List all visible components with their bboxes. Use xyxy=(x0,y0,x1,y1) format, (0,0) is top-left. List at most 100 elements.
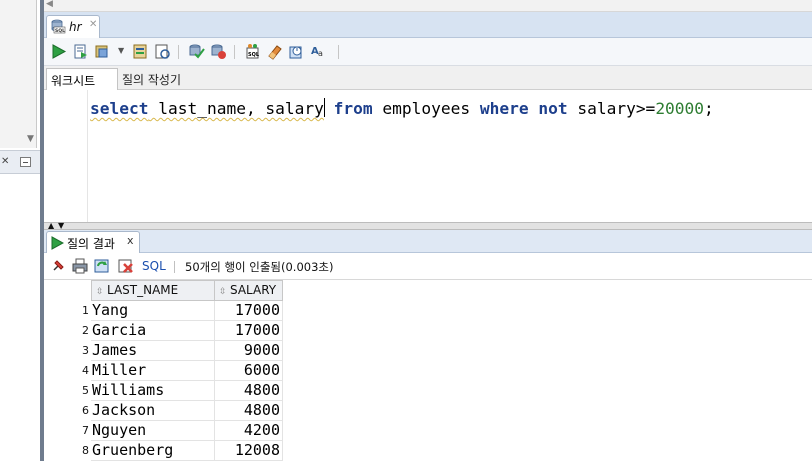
commit-transaction-icon[interactable] xyxy=(188,43,205,60)
clear-eraser-icon[interactable] xyxy=(266,43,283,60)
close-icon[interactable]: ✕ xyxy=(1,156,9,167)
svg-text:a: a xyxy=(318,49,323,58)
fetch-status-text: 50개의 행이 인출됨(0.003초) xyxy=(185,260,334,274)
close-tab-icon[interactable]: ✕ xyxy=(89,19,97,30)
cell-last-name[interactable]: Yang xyxy=(91,301,215,321)
results-tab-strip: 질의 결과 x xyxy=(44,230,812,253)
rollback-icon[interactable] xyxy=(210,43,227,60)
cell-last-name[interactable]: James xyxy=(91,341,215,361)
run-result-icon xyxy=(51,236,64,250)
editor-results-splitter[interactable]: ▲ ▼ xyxy=(44,221,812,230)
tab-worksheet[interactable]: 워크시트 xyxy=(46,68,118,90)
code-keyword-from: from xyxy=(333,99,373,118)
explain-plan-icon[interactable] xyxy=(132,43,149,60)
format-case-icon[interactable]: Aa xyxy=(310,43,327,60)
code-keyword-where: where xyxy=(479,99,529,118)
row-number: 6 xyxy=(82,404,89,417)
code-number: 20000 xyxy=(655,99,705,118)
table-row[interactable]: 5 Williams 4800 xyxy=(44,381,284,401)
sql-worksheet-icon: SQL xyxy=(51,19,66,34)
table-row[interactable]: 3 James 9000 xyxy=(44,341,284,361)
cell-salary[interactable]: 4800 xyxy=(215,401,283,421)
minimize-icon[interactable] xyxy=(20,157,31,167)
code-line[interactable]: select last_name, salary from employees … xyxy=(90,98,714,118)
navigator-scroll-area[interactable]: ▼ xyxy=(0,0,37,148)
autotrace-icon[interactable] xyxy=(154,43,171,60)
top-scrollbar[interactable]: ◀ xyxy=(44,0,812,12)
row-number: 1 xyxy=(82,304,89,317)
navigator-panel: ▼ ✕ xyxy=(0,0,40,461)
column-header-salary[interactable]: ⇳ SALARY xyxy=(215,280,283,301)
code-condition: salary>= xyxy=(567,99,656,118)
results-grid[interactable]: ⇳ LAST_NAME ⇳ SALARY 1 Yang 17000 2 Garcia… xyxy=(44,280,812,461)
editor-tab-strip: SQL hr ✕ xyxy=(44,12,812,38)
code-keyword-select: select xyxy=(90,99,149,118)
sql-link[interactable]: SQL xyxy=(142,259,166,273)
chevron-down-icon[interactable]: ▼ xyxy=(118,46,124,55)
cell-salary[interactable]: 17000 xyxy=(215,301,283,321)
cell-salary[interactable]: 17000 xyxy=(215,321,283,341)
sql-tuning-advisor-icon[interactable]: SQL xyxy=(244,43,261,60)
tab-hr-worksheet[interactable]: SQL hr ✕ xyxy=(46,15,100,38)
row-number: 8 xyxy=(82,444,89,457)
scroll-left-arrow-icon[interactable]: ◀ xyxy=(46,0,53,9)
table-row[interactable]: 7 Nguyen 4200 xyxy=(44,421,284,441)
worksheet-subtabs: 워크시트 질의 작성기 xyxy=(44,66,812,90)
table-row[interactable]: 6 Jackson 4800 xyxy=(44,401,284,421)
tab-query-result[interactable]: 질의 결과 x xyxy=(46,231,140,253)
column-header-last-name[interactable]: ⇳ LAST_NAME xyxy=(91,280,215,301)
code-keyword-not: not xyxy=(538,99,568,118)
code-columns: last_name, salary xyxy=(148,99,324,118)
result-tab-label: 질의 결과 xyxy=(67,237,115,251)
sort-icon[interactable]: ⇳ xyxy=(219,287,227,297)
navigator-header: ✕ xyxy=(0,150,40,174)
refresh-icon[interactable] xyxy=(94,258,110,274)
results-toolbar: SQL 50개의 행이 인출됨(0.003초) xyxy=(44,253,812,280)
scroll-down-arrow-icon[interactable]: ▼ xyxy=(27,134,34,144)
grid-header: ⇳ LAST_NAME ⇳ SALARY xyxy=(44,280,812,301)
sql-editor[interactable]: select last_name, salary from employees … xyxy=(44,90,812,222)
run-script-icon[interactable] xyxy=(72,43,89,60)
commit-icon[interactable] xyxy=(94,43,111,60)
cell-salary[interactable]: 9000 xyxy=(215,341,283,361)
cell-salary[interactable]: 4800 xyxy=(215,381,283,401)
cell-last-name[interactable]: Jackson xyxy=(91,401,215,421)
svg-text:SQL: SQL xyxy=(248,52,260,58)
tab-query-builder[interactable]: 질의 작성기 xyxy=(122,71,181,88)
cell-last-name[interactable]: Miller xyxy=(91,361,215,381)
table-row[interactable]: 4 Miller 6000 xyxy=(44,361,284,381)
cell-last-name[interactable]: Garcia xyxy=(91,321,215,341)
cell-last-name[interactable]: Williams xyxy=(91,381,215,401)
table-row[interactable]: 1 Yang 17000 xyxy=(44,301,284,321)
cell-salary[interactable]: 6000 xyxy=(215,361,283,381)
cell-salary[interactable]: 4200 xyxy=(215,421,283,441)
table-row[interactable]: 2 Garcia 17000 xyxy=(44,321,284,341)
pin-icon[interactable] xyxy=(50,258,66,274)
tab-label: hr xyxy=(69,20,82,34)
cell-salary[interactable]: 12008 xyxy=(215,441,283,461)
cell-last-name[interactable]: Nguyen xyxy=(91,421,215,441)
row-number: 4 xyxy=(82,364,89,377)
sort-icon[interactable]: ⇳ xyxy=(96,287,104,297)
print-icon[interactable] xyxy=(72,258,88,274)
cell-last-name[interactable]: Gruenberg xyxy=(91,441,215,461)
text-caret xyxy=(323,98,325,117)
run-statement-icon[interactable] xyxy=(50,43,67,60)
column-header-label: LAST_NAME xyxy=(107,283,179,297)
expand-up-icon[interactable]: ▲ xyxy=(48,221,54,230)
worksheet-toolbar: ▼ SQL Aa xyxy=(44,38,812,66)
toolbar-separator xyxy=(234,45,235,59)
sql-history-icon[interactable] xyxy=(288,43,305,60)
cancel-query-icon[interactable] xyxy=(118,258,134,274)
code-table: employees xyxy=(372,99,480,118)
row-number-header xyxy=(44,280,91,301)
code-terminator: ; xyxy=(704,99,714,118)
row-number: 3 xyxy=(82,344,89,357)
table-row[interactable]: 8 Gruenberg 12008 xyxy=(44,441,284,461)
close-tab-icon[interactable]: x xyxy=(127,234,134,247)
svg-text:SQL: SQL xyxy=(55,28,65,34)
row-number: 2 xyxy=(82,324,89,337)
line-gutter xyxy=(44,90,88,222)
expand-down-icon[interactable]: ▼ xyxy=(58,221,64,230)
row-number: 5 xyxy=(82,384,89,397)
